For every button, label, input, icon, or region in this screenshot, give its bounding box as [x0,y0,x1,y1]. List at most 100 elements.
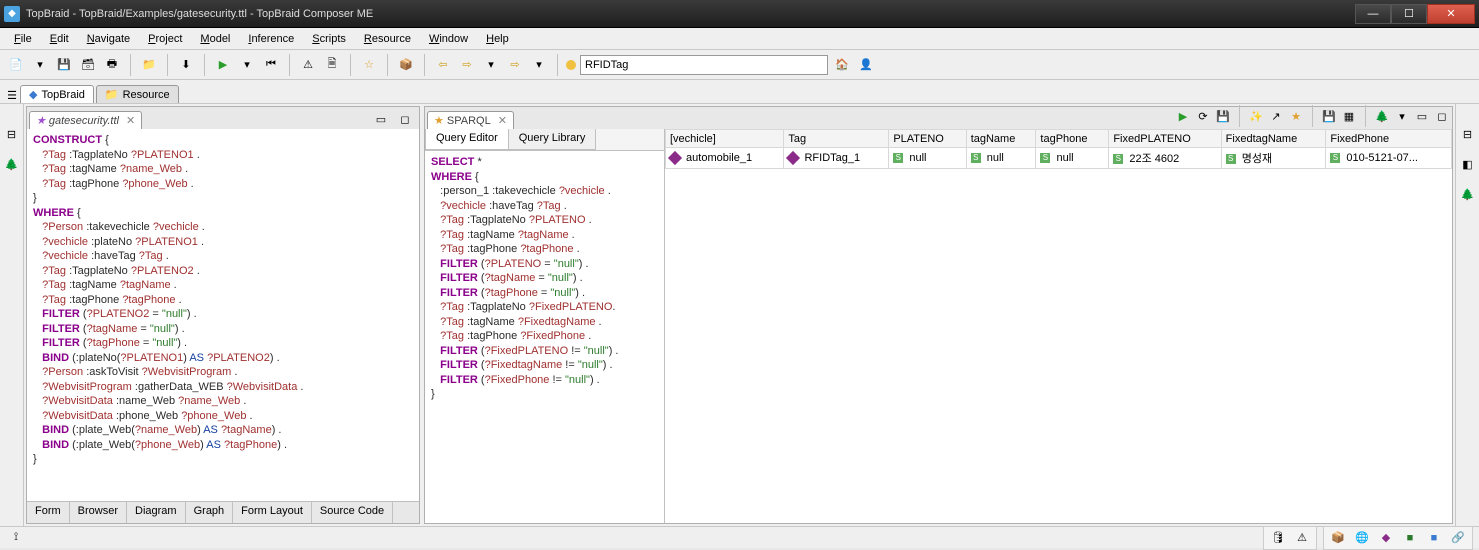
tab-resource[interactable]: 📁 Resource [96,85,179,103]
folder-icon: 📁 [105,88,119,101]
minimize-button[interactable]: — [1355,4,1391,24]
rewind-icon[interactable]: ⏮ [261,55,281,75]
maximize-pane-icon[interactable]: ◻ [395,109,415,129]
save-query-icon[interactable]: 💾 [1215,108,1231,124]
tab-browser[interactable]: Browser [70,502,127,523]
menu-resource[interactable]: Resource [356,31,419,47]
menu-model[interactable]: Model [192,31,238,47]
editor-tab[interactable]: ★ gatesecurity.ttl ✕ [29,111,142,129]
star-icon[interactable]: ★ [1288,108,1304,124]
maximize-pane-icon[interactable]: ◻ [1434,108,1450,124]
tab-diagram[interactable]: Diagram [127,502,186,523]
minimize-pane-icon[interactable]: ▭ [1414,108,1430,124]
result-header-cell[interactable]: [vechicle] [666,130,784,148]
tab-graph[interactable]: Graph [186,502,234,523]
saveall-icon[interactable]: 🗃 [78,55,98,75]
menu-scripts[interactable]: Scripts [304,31,354,47]
star-icon[interactable]: ☆ [359,55,379,75]
globe-icon[interactable]: 🌐 [1352,528,1372,548]
close-tab-icon[interactable]: ✕ [498,114,507,127]
panel-icon[interactable]: ◧ [1458,154,1478,174]
person-icon[interactable]: 👤 [856,55,876,75]
sparql-code-area[interactable]: SELECT *WHERE { :person_1 :takevechicle … [425,151,664,523]
tree2-icon[interactable]: 🌲 [1374,108,1390,124]
restore-icon[interactable]: ⊟ [1458,124,1478,144]
square2-icon[interactable]: ■ [1424,528,1444,548]
link-icon[interactable]: 🔗 [1448,528,1468,548]
menu-icon[interactable]: ▾ [1394,108,1410,124]
menu-file[interactable]: File [6,31,40,47]
forward2-dd-icon[interactable]: ▾ [529,55,549,75]
result-cell[interactable]: S 010-5121-07... [1326,148,1452,169]
restore-icon[interactable]: ⊟ [2,124,22,144]
result-cell[interactable]: S 명성재 [1221,148,1326,169]
document-icon[interactable]: 🗎 [322,55,342,75]
square-icon[interactable]: ■ [1400,528,1420,548]
menu-help[interactable]: Help [478,31,517,47]
tree-icon[interactable]: 🌲 [2,154,22,174]
tab-topbraid[interactable]: ◆ TopBraid [20,85,94,103]
result-header-cell[interactable]: Tag [784,130,889,148]
minimize-pane-icon[interactable]: ▭ [371,109,391,129]
menu-navigate[interactable]: Navigate [79,31,138,47]
print-icon[interactable]: 🖶 [102,55,122,75]
menu-project[interactable]: Project [140,31,190,47]
result-header-cell[interactable]: tagPhone [1036,130,1109,148]
warn2-icon[interactable]: ⚠ [1292,528,1312,548]
perspective-tabs: ☰ ◆ TopBraid 📁 Resource [0,80,1479,104]
tab-form[interactable]: Form [27,502,70,523]
save2-icon[interactable]: 💾 [1321,108,1337,124]
menu-window[interactable]: Window [421,31,476,47]
new-icon[interactable]: 📄 [6,55,26,75]
close-button[interactable]: ✕ [1427,4,1475,24]
editor-code-area[interactable]: CONSTRUCT { ?Tag :TagplateNo ?PLATENO1 .… [27,129,419,501]
result-header-cell[interactable]: tagName [966,130,1036,148]
result-cell[interactable]: S null [966,148,1036,169]
result-header-cell[interactable]: PLATENO [889,130,966,148]
back-icon[interactable]: ⇦ [433,55,453,75]
tab-formlayout[interactable]: Form Layout [233,502,312,523]
run-query-icon[interactable]: ▶ [1175,108,1191,124]
result-cell[interactable]: RFIDTag_1 [784,148,889,169]
tab-sourcecode[interactable]: Source Code [312,502,393,523]
tab-query-editor[interactable]: Query Editor [425,129,509,150]
result-header-cell[interactable]: FixedPLATENO [1109,130,1221,148]
home-icon[interactable]: 🏠 [832,55,852,75]
menu-edit[interactable]: Edit [42,31,77,47]
export-icon[interactable]: ↗ [1268,108,1284,124]
wand-icon[interactable]: ✨ [1248,108,1264,124]
grid-icon[interactable]: ▦ [1341,108,1357,124]
save-icon[interactable]: 💾 [54,55,74,75]
result-cell[interactable]: S null [1036,148,1109,169]
perspective-icon[interactable]: ☰ [4,87,20,103]
tree-icon[interactable]: 🌲 [1458,184,1478,204]
result-cell[interactable]: automobile_1 [666,148,784,169]
folder-icon[interactable]: 📁 [139,55,159,75]
box-icon[interactable]: 📦 [396,55,416,75]
download-icon[interactable]: ⬇ [176,55,196,75]
forward-dd-icon[interactable]: ▾ [481,55,501,75]
result-header-cell[interactable]: FixedtagName [1221,130,1326,148]
refresh-icon[interactable]: ⟳ [1195,108,1211,124]
pkg-icon[interactable]: 📦 [1328,528,1348,548]
run-dropdown-icon[interactable]: ▾ [237,55,257,75]
warning-icon[interactable]: ⚠ [298,55,318,75]
maximize-button[interactable]: ☐ [1391,4,1427,24]
result-cell[interactable]: S null [889,148,966,169]
tab-query-library[interactable]: Query Library [509,129,597,150]
search-input[interactable] [580,55,828,75]
sparql-tab[interactable]: ★ SPARQL ✕ [427,111,514,129]
menu-inference[interactable]: Inference [240,31,302,47]
close-tab-icon[interactable]: ✕ [126,114,135,127]
forward2-icon[interactable]: ⇨ [505,55,525,75]
forward-icon[interactable]: ⇨ [457,55,477,75]
dropdown-icon[interactable]: ▾ [30,55,50,75]
result-cell[interactable]: S 22조 4602 [1109,148,1221,169]
result-header-cell[interactable]: FixedPhone [1326,130,1452,148]
status-icon[interactable]: ⟟ [6,528,26,548]
toolbar-divider [350,54,351,76]
db-icon[interactable]: 🛢 [1268,528,1288,548]
diamond-icon[interactable]: ◆ [1376,528,1396,548]
run-icon[interactable]: ▶ [213,55,233,75]
result-data-row[interactable]: automobile_1 RFIDTag_1S nullS nullS null… [666,148,1452,169]
